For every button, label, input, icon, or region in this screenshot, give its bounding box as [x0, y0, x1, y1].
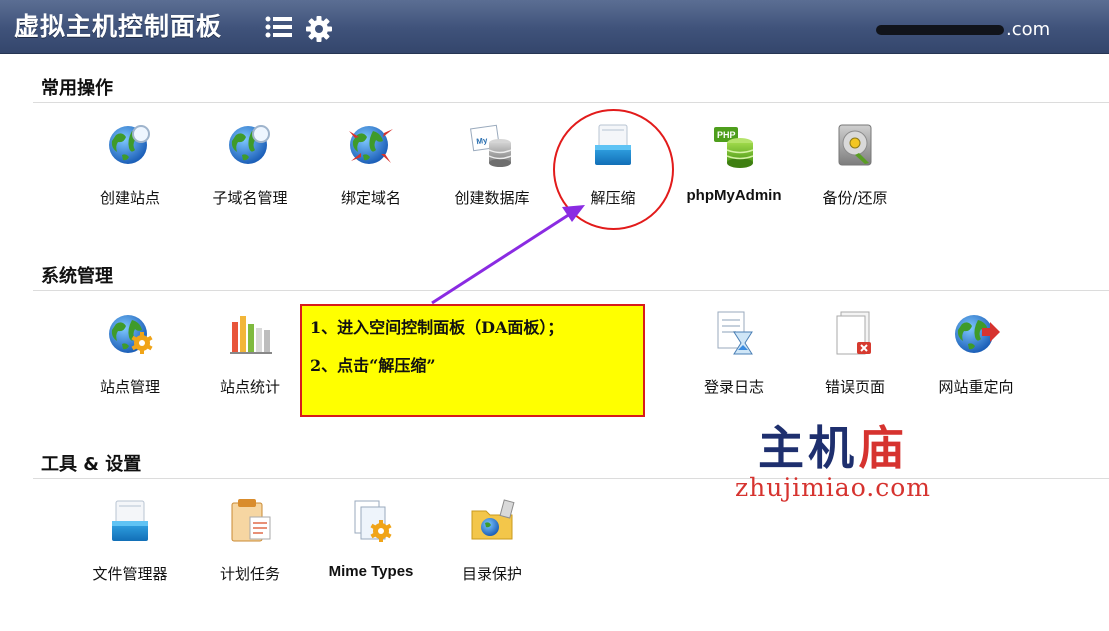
item-label: 错误页面	[824, 378, 885, 396]
error-page-icon	[836, 311, 871, 355]
redacted-domain	[876, 25, 1004, 35]
globe-redirect-icon	[952, 310, 1000, 358]
instruction-step-1: 1、进入空间控制面板（DA面板）；	[310, 318, 564, 337]
section-title-system: 系统管理	[41, 266, 113, 287]
subdomain-manage-button[interactable]: 子域名管理	[190, 121, 310, 208]
cron-jobs-button[interactable]: 计划任务	[190, 497, 310, 584]
globe-icon	[226, 125, 270, 169]
bar-chart-icon	[230, 316, 272, 354]
item-label: 站点统计	[219, 378, 280, 396]
box-icon	[106, 497, 154, 545]
site-stats-button[interactable]: 站点统计	[190, 310, 310, 397]
item-label: 登录日志	[703, 378, 764, 396]
domain-suffix: .com	[1006, 19, 1051, 40]
account-domain[interactable]: .com	[876, 19, 1050, 40]
directory-protect-button[interactable]: 目录保护	[432, 497, 552, 584]
item-label: Mime Types	[328, 563, 414, 580]
item-label: 备份/还原	[822, 189, 888, 207]
section-divider	[33, 102, 1109, 103]
item-label: 站点管理	[99, 378, 160, 396]
item-label: phpMyAdmin	[686, 187, 782, 204]
globe-gear-icon	[106, 310, 153, 354]
globe-pointers-icon	[349, 121, 393, 169]
create-site-button[interactable]: 创建站点	[70, 121, 190, 208]
login-log-button[interactable]: 登录日志	[674, 310, 794, 397]
section-divider	[33, 290, 1109, 291]
item-label: 文件管理器	[92, 565, 168, 583]
backup-disk-icon	[838, 124, 872, 166]
item-label: 绑定域名	[340, 189, 401, 207]
file-gear-icon	[354, 500, 392, 542]
section-title-common: 常用操作	[41, 78, 113, 99]
php-database-icon: PHP	[714, 127, 754, 168]
item-label: 创建站点	[99, 189, 160, 207]
app-title: 虚拟主机控制面板	[14, 12, 223, 41]
calendar-task-icon	[231, 499, 271, 542]
phpmyadmin-button[interactable]: PHP phpMyAdmin	[674, 121, 794, 204]
item-label: 网站重定向	[938, 378, 1014, 396]
mysql-database-icon: My	[470, 124, 512, 167]
gear-icon[interactable]	[305, 15, 333, 43]
folder-protect-icon	[471, 499, 515, 540]
bind-domain-button[interactable]: 绑定域名	[311, 121, 431, 208]
watermark-logo: 主机庙	[758, 421, 908, 475]
item-label: 目录保护	[461, 565, 522, 583]
file-manager-button[interactable]: 文件管理器	[70, 497, 190, 584]
svg-text:My: My	[476, 136, 489, 147]
watermark-url: zhujimiao.com	[734, 473, 932, 502]
create-database-button[interactable]: My 创建数据库	[432, 121, 552, 208]
site-watermark: 主机庙 zhujimiao.com	[718, 423, 948, 502]
error-pages-button[interactable]: 错误页面	[795, 310, 915, 397]
mime-types-button[interactable]: Mime Types	[311, 497, 431, 580]
globe-icon	[106, 125, 150, 169]
top-header: 虚拟主机控制面板 .com	[0, 0, 1109, 54]
menu-icon[interactable]	[265, 16, 292, 38]
site-manage-button[interactable]: 站点管理	[70, 310, 190, 397]
item-label: 子域名管理	[212, 189, 288, 207]
site-redirect-button[interactable]: 网站重定向	[916, 310, 1036, 397]
svg-text:PHP: PHP	[717, 130, 736, 140]
section-title-tools: 工具 & 设置	[41, 454, 142, 475]
item-label: 创建数据库	[454, 189, 530, 207]
highlight-circle	[553, 109, 674, 230]
log-hourglass-icon	[717, 311, 753, 355]
instruction-step-2: 2、点击“解压缩”	[310, 356, 436, 375]
instruction-note: 1、进入空间控制面板（DA面板）； 2、点击“解压缩”	[300, 304, 645, 417]
item-label: 计划任务	[219, 565, 280, 583]
backup-restore-button[interactable]: 备份/还原	[795, 121, 915, 208]
